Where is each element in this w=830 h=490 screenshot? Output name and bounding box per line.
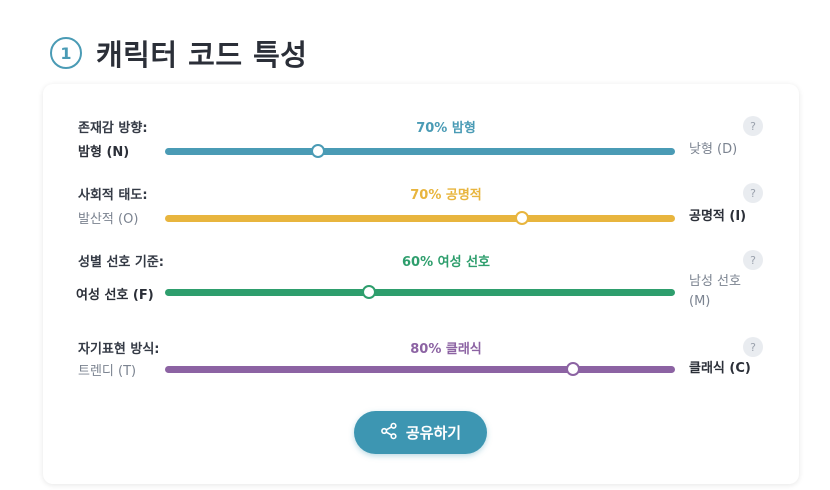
- trait-left-label: 여성 선호 (F): [76, 288, 154, 303]
- trait-slider-track[interactable]: [165, 143, 675, 158]
- traits-card: 존재감 방향: 70% 밤형 ? 밤형 (N) 낮형 (D) 사회적 태도: 7…: [43, 84, 799, 484]
- section-header: 1 캐릭터 코드 특성: [50, 32, 307, 74]
- help-icon[interactable]: ?: [743, 250, 763, 270]
- trait-slider-thumb[interactable]: [362, 284, 376, 299]
- trait-slider-track[interactable]: [165, 361, 675, 376]
- help-icon[interactable]: ?: [743, 116, 763, 136]
- section-title: 캐릭터 코드 특성: [96, 38, 308, 72]
- trait-slider-thumb[interactable]: [515, 210, 529, 225]
- trait-slider-thumb[interactable]: [566, 361, 580, 376]
- trait-slider-track[interactable]: [165, 210, 675, 225]
- trait-value: 60% 여성 선호: [401, 255, 490, 270]
- trait-slider-thumb[interactable]: [311, 143, 325, 158]
- share-button-label: 공유하기: [405, 424, 462, 442]
- help-icon[interactable]: ?: [743, 337, 763, 357]
- trait-left-label: 발산적 (O): [78, 212, 139, 227]
- trait-left-label: 밤형 (N): [78, 145, 130, 160]
- section-number-badge: 1: [50, 37, 82, 69]
- trait-value: 70% 밤형: [416, 121, 476, 136]
- help-icon[interactable]: ?: [743, 183, 763, 203]
- trait-value: 80% 클래식: [410, 342, 482, 357]
- share-button[interactable]: 공유하기: [354, 411, 487, 454]
- trait-right-label: 공명적 (I): [689, 209, 747, 224]
- trait-left-label: 트렌디 (T): [78, 364, 137, 379]
- trait-value: 70% 공명적: [410, 188, 482, 203]
- trait-right-label: 남성 선호 (M): [689, 274, 741, 309]
- trait-slider-track[interactable]: [165, 284, 675, 299]
- share-icon: [380, 422, 398, 444]
- trait-right-label: 클래식 (C): [689, 361, 751, 376]
- trait-right-label: 낮형 (D): [689, 142, 738, 157]
